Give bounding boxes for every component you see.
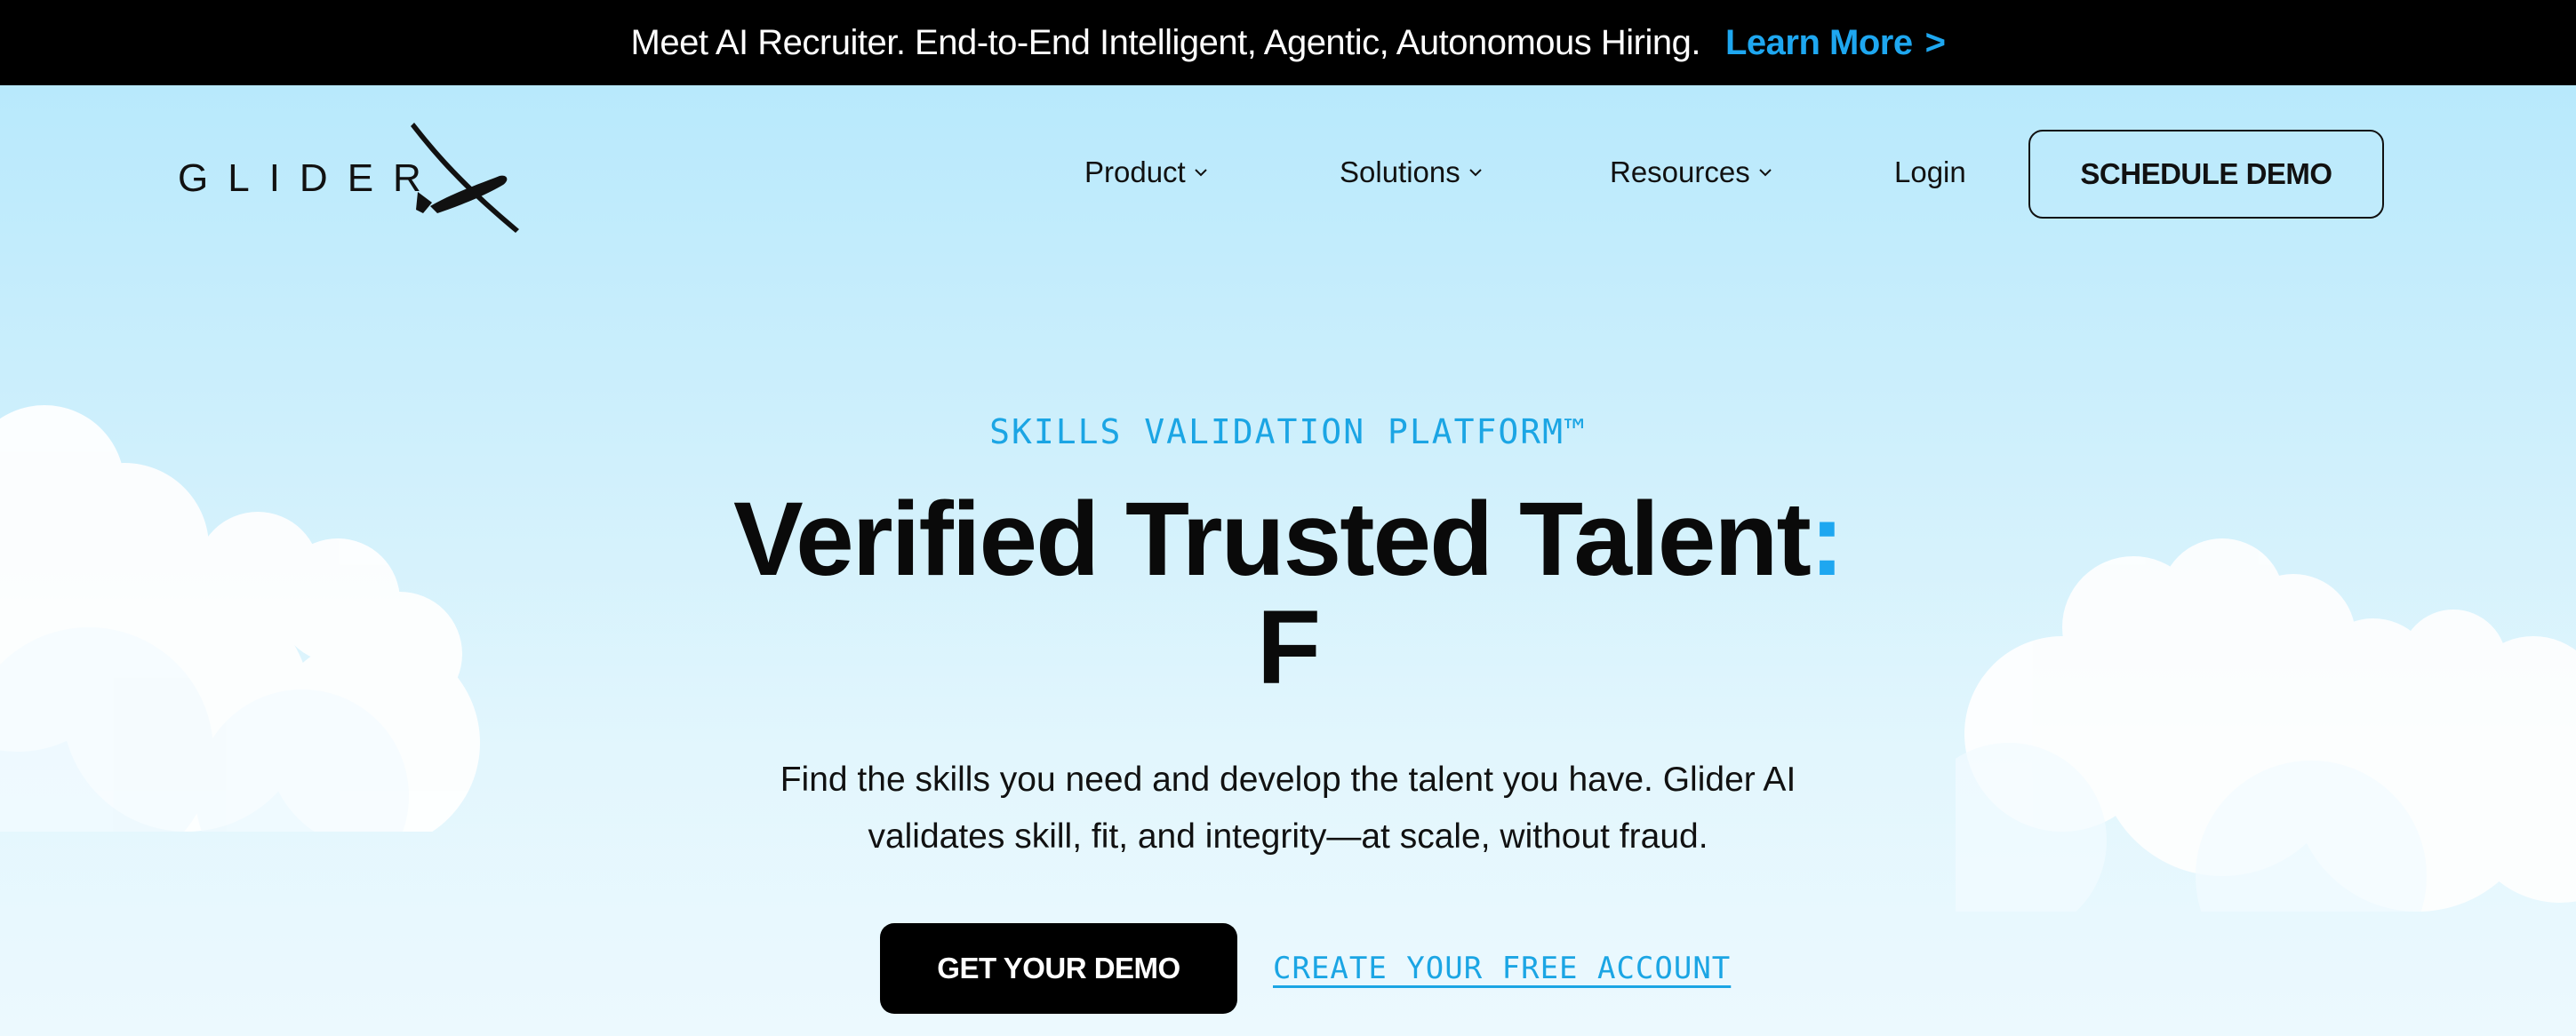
get-your-demo-button[interactable]: GET YOUR DEMO: [880, 923, 1237, 1014]
hero-subhead: Find the skills you need and develop the…: [0, 752, 2576, 865]
chevron-down-icon: [1469, 169, 1482, 177]
hero-eyebrow: SKILLS VALIDATION PLATFORM™: [989, 412, 1587, 451]
nav-item-resources[interactable]: Resources: [1610, 155, 1773, 189]
learn-more-label: Learn More: [1725, 22, 1913, 62]
chevron-down-icon: [1195, 169, 1207, 177]
hero-headline: Verified Trusted Talent: F: [0, 485, 2576, 702]
nav-login-label: Login: [1894, 155, 1966, 188]
hero-cta-row: GET YOUR DEMO CREATE YOUR FREE ACCOUNT: [880, 923, 1731, 1014]
nav-solutions-label: Solutions: [1340, 155, 1460, 188]
chevron-right-icon: >: [1924, 22, 1946, 62]
brand-wordmark: GLIDER: [178, 156, 441, 200]
glider-plane-icon: [411, 123, 519, 233]
learn-more-link[interactable]: Learn More >: [1725, 22, 1946, 63]
headline-line-1: Verified Trusted Talent:: [0, 485, 2576, 594]
nav-item-solutions[interactable]: Solutions: [1340, 155, 1484, 189]
glider-logo[interactable]: GLIDER: [178, 121, 533, 236]
create-free-account-link[interactable]: CREATE YOUR FREE ACCOUNT: [1273, 951, 1731, 986]
hero-section: GLIDER Product Solutions Resources Login…: [0, 85, 2576, 1036]
nav-item-login[interactable]: Login: [1894, 155, 1966, 189]
subhead-line-1: Find the skills you need and develop the…: [780, 761, 1796, 799]
nav-item-product[interactable]: Product: [1084, 155, 1209, 189]
headline-colon: :: [1809, 481, 1844, 598]
headline-text: Verified Trusted Talent: [732, 481, 1812, 598]
page: Meet AI Recruiter. End-to-End Intelligen…: [0, 0, 2576, 1036]
announcement-message: Meet AI Recruiter. End-to-End Intelligen…: [630, 22, 1701, 62]
chevron-down-icon: [1759, 169, 1772, 177]
nav-resources-label: Resources: [1610, 155, 1750, 188]
announcement-bar: Meet AI Recruiter. End-to-End Intelligen…: [0, 0, 2576, 85]
schedule-demo-button[interactable]: SCHEDULE DEMO: [2028, 130, 2384, 219]
headline-line-2: F: [1256, 589, 1321, 706]
nav-product-label: Product: [1084, 155, 1186, 188]
subhead-line-2: validates skill, fit, and integrity—at s…: [868, 817, 1708, 856]
